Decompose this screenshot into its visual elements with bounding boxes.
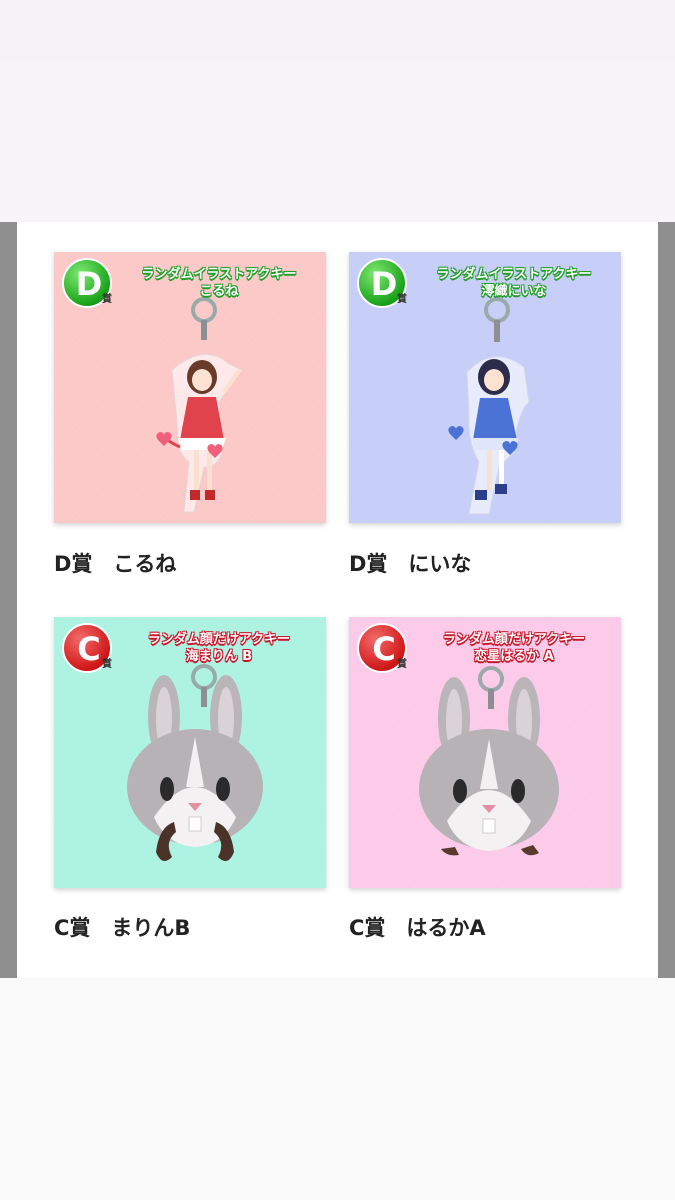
bottom-band	[0, 978, 675, 1200]
prize-card-marin-b[interactable]: C 賞 ランダム顔だけアクキー 海まりん B	[54, 617, 326, 888]
badge-suffix: 賞	[102, 294, 112, 305]
c-prize-badge: C 賞	[62, 623, 112, 673]
prize-caption[interactable]: D賞 こるね	[54, 548, 176, 578]
product-title: ランダムイラストアクキー 澪織にいな	[411, 266, 617, 300]
prize-caption[interactable]: C賞 まりんB	[54, 912, 190, 942]
product-title: ランダム顔だけアクキー 恋星はるか A	[411, 631, 617, 665]
top-strip	[0, 0, 675, 60]
character-name: 海まりん B	[185, 649, 253, 664]
prize-card-korune[interactable]: D 賞 ランダムイラストアクキー こるね	[54, 252, 326, 523]
d-prize-badge: D 賞	[357, 258, 407, 308]
product-type: ランダム顔だけアクキー	[147, 632, 291, 647]
badge-suffix: 賞	[397, 659, 407, 670]
badge-suffix: 賞	[102, 659, 112, 670]
product-type: ランダム顔だけアクキー	[442, 632, 586, 647]
character-name: 恋星はるか A	[474, 649, 554, 664]
prize-card-haruka-a[interactable]: C 賞 ランダム顔だけアクキー 恋星はるか A	[349, 617, 621, 888]
product-title: ランダムイラストアクキー こるね	[116, 266, 322, 300]
d-prize-badge: D 賞	[62, 258, 112, 308]
prize-caption[interactable]: D賞 にいな	[349, 548, 471, 578]
badge-suffix: 賞	[397, 294, 407, 305]
top-band	[0, 0, 675, 222]
character-name: 澪織にいな	[481, 284, 547, 299]
prize-card-niina[interactable]: D 賞 ランダムイラストアクキー 澪織にいな	[349, 252, 621, 523]
product-type: ランダムイラストアクキー	[141, 267, 297, 282]
product-title: ランダム顔だけアクキー 海まりん B	[116, 631, 322, 665]
character-name: こるね	[199, 284, 239, 299]
prize-caption[interactable]: C賞 はるかA	[349, 912, 486, 942]
product-type: ランダムイラストアクキー	[436, 267, 592, 282]
c-prize-badge: C 賞	[357, 623, 407, 673]
